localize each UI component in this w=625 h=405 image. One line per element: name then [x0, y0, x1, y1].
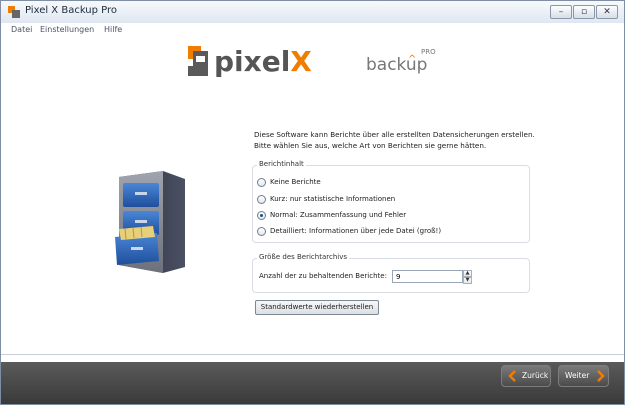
svg-text:^: ^	[408, 54, 416, 65]
logo-banner: pixelX backup PRO ^	[1, 38, 624, 86]
logo-edition-text: PRO	[421, 48, 436, 56]
close-button[interactable]: ✕	[596, 5, 618, 19]
logo-brand-text: pixelX	[214, 45, 312, 78]
archive-size-group: Größe des Berichtarchivs Anzahl der zu b…	[252, 253, 530, 293]
spin-down-button[interactable]: ▼	[463, 277, 472, 284]
report-content-group: Berichtinhalt Keine Berichte Kurz: nur s…	[252, 160, 530, 243]
footer-separator	[1, 354, 624, 355]
app-window: Pixel X Backup Pro – ▫ ✕ Datei Einstellu…	[0, 0, 625, 405]
spin-up-button[interactable]: ▲	[463, 270, 472, 277]
radio-label: Keine Berichte	[270, 178, 321, 186]
back-button-label: Zurück	[522, 371, 549, 380]
radio-label: Normal: Zusammenfassung und Fehler	[270, 211, 407, 219]
radio-button-selected[interactable]	[257, 211, 266, 220]
menu-settings[interactable]: Einstellungen	[40, 25, 94, 34]
radio-label: Detailliert: Informationen über jede Dat…	[270, 227, 442, 235]
minimize-button[interactable]: –	[550, 5, 572, 19]
next-button[interactable]: Weiter	[558, 365, 609, 387]
arrow-left-icon	[508, 370, 516, 382]
intro-line-1: Diese Software kann Berichte über alle e…	[254, 130, 535, 139]
radio-button[interactable]	[257, 195, 266, 204]
radio-button[interactable]	[257, 227, 266, 236]
app-icon	[8, 6, 20, 18]
intro-text: Diese Software kann Berichte über alle e…	[254, 129, 544, 151]
logo-product-text: backup	[366, 55, 427, 75]
radio-button[interactable]	[257, 178, 266, 187]
report-content-legend: Berichtinhalt	[257, 160, 306, 168]
arrow-right-icon	[597, 370, 605, 382]
archive-size-legend: Größe des Berichtarchivs	[257, 253, 349, 261]
title-bar: Pixel X Backup Pro – ▫ ✕	[1, 1, 624, 24]
radio-label: Kurz: nur statistische Informationen	[270, 195, 396, 203]
file-cabinet-icon	[115, 171, 185, 273]
back-button[interactable]: Zurück	[501, 365, 551, 387]
pixelx-logo: pixelX backup PRO ^	[188, 45, 436, 78]
report-count-label: Anzahl der zu behaltenden Berichte:	[259, 272, 387, 280]
intro-line-2: Bitte wählen Sie aus, welche Art von Ber…	[254, 141, 487, 150]
report-count-input[interactable]	[392, 270, 463, 283]
maximize-button[interactable]: ▫	[573, 5, 595, 19]
next-button-label: Weiter	[565, 371, 590, 380]
menu-file[interactable]: Datei	[11, 25, 32, 34]
window-title: Pixel X Backup Pro	[25, 5, 118, 16]
menu-help[interactable]: Hilfe	[104, 25, 122, 34]
restore-defaults-button[interactable]: Standardwerte wiederherstellen	[255, 300, 379, 315]
menu-bar: Datei Einstellungen Hilfe	[1, 23, 624, 37]
